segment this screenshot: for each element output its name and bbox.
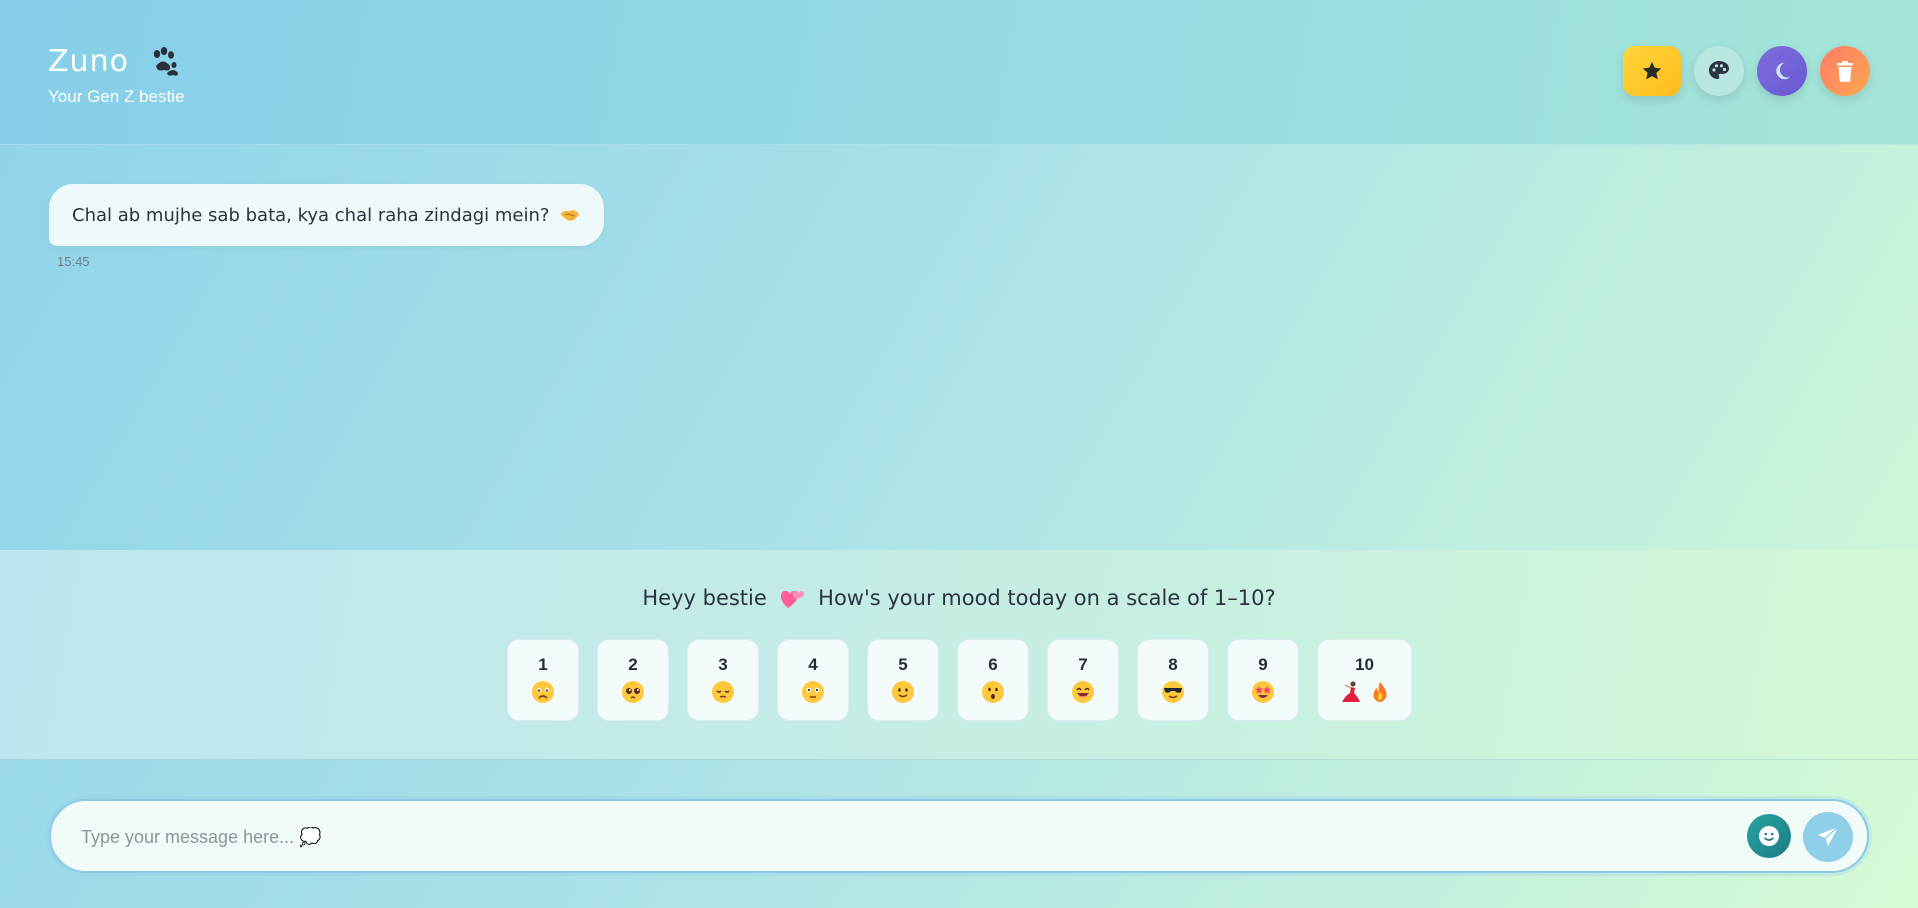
favorites-button[interactable] [1623, 46, 1681, 96]
message-input-box [49, 799, 1869, 873]
two-hearts-icon [781, 590, 805, 608]
mood-option-number: 1 [538, 655, 548, 674]
mood-option-8[interactable]: 8 [1137, 639, 1209, 721]
mood-option-2[interactable]: 2 [597, 639, 669, 721]
mood-option-number: 4 [808, 655, 818, 674]
mood-option-number: 7 [1078, 655, 1088, 674]
app-name: Zuno [48, 44, 129, 79]
mood-option-7[interactable]: 7 [1047, 639, 1119, 721]
mood-question-text: How's your mood today on a scale of 1–10… [818, 586, 1276, 610]
mood-option-9[interactable]: 9 [1227, 639, 1299, 721]
bot-message-bubble: Chal ab mujhe sab bata, kya chal raha zi… [49, 184, 605, 246]
send-button[interactable] [1803, 812, 1853, 862]
dark-mode-button[interactable] [1757, 46, 1807, 96]
mood-scale: 1 2 3 4 5 6 7 8 9 10 [507, 639, 1412, 721]
mood-option-3[interactable]: 3 [687, 639, 759, 721]
pensive-face-icon [712, 681, 734, 703]
emoji-picker-button[interactable] [1747, 814, 1791, 858]
grin-face-icon [1072, 681, 1094, 703]
moon-icon [1776, 62, 1791, 80]
slight-smile-face-icon [892, 681, 914, 703]
palette-icon [1709, 61, 1729, 79]
pleading-face-icon [622, 681, 644, 703]
sunglasses-face-icon [1162, 681, 1184, 703]
star-icon [1642, 61, 1662, 80]
mood-option-4[interactable]: 4 [777, 639, 849, 721]
mood-option-number: 2 [628, 655, 638, 674]
header-actions [1623, 46, 1870, 96]
dancer-icon [1341, 681, 1360, 702]
mood-option-number: 5 [898, 655, 908, 674]
neutral-face-icon [802, 681, 824, 703]
mood-option-number: 9 [1258, 655, 1268, 674]
message-timestamp: 15:45 [57, 254, 90, 269]
trash-icon [1837, 61, 1853, 82]
message-text: Chal ab mujhe sab bata, kya chal raha zi… [72, 204, 550, 226]
sad-face-icon [532, 681, 554, 703]
hushed-face-icon [982, 681, 1004, 703]
theme-button[interactable] [1694, 46, 1744, 96]
mood-option-10[interactable]: 10 [1317, 639, 1412, 721]
app-tagline: Your Gen Z bestie [48, 87, 185, 106]
brand: Zuno Your Gen Z bestie [48, 44, 184, 107]
mood-option-1[interactable]: 1 [507, 639, 579, 721]
mood-question-greeting: Heyy bestie [642, 586, 767, 610]
mood-option-number: 3 [718, 655, 728, 674]
fire-icon [1372, 682, 1387, 702]
mood-option-number: 8 [1168, 655, 1178, 674]
mood-option-number: 10 [1355, 655, 1374, 674]
mood-option-6[interactable]: 6 [957, 639, 1029, 721]
star-struck-face-icon [1252, 681, 1274, 703]
app-header: Zuno Your Gen Z bestie [0, 0, 1918, 145]
mood-option-number: 6 [988, 655, 998, 674]
mood-prompt: Heyy bestie How's your mood today on a s… [0, 550, 1918, 760]
smiley-icon [1759, 826, 1779, 846]
handshake-emoji-icon [561, 210, 580, 221]
message-input[interactable] [81, 819, 1461, 855]
send-icon [1818, 826, 1839, 846]
mood-option-5[interactable]: 5 [867, 639, 939, 721]
chat-area[interactable]: Chal ab mujhe sab bata, kya chal raha zi… [0, 145, 1918, 550]
clear-chat-button[interactable] [1820, 46, 1870, 96]
composer-area [0, 761, 1918, 908]
paw-icon [153, 46, 178, 76]
mood-question: Heyy bestie How's your mood today on a s… [0, 586, 1918, 611]
